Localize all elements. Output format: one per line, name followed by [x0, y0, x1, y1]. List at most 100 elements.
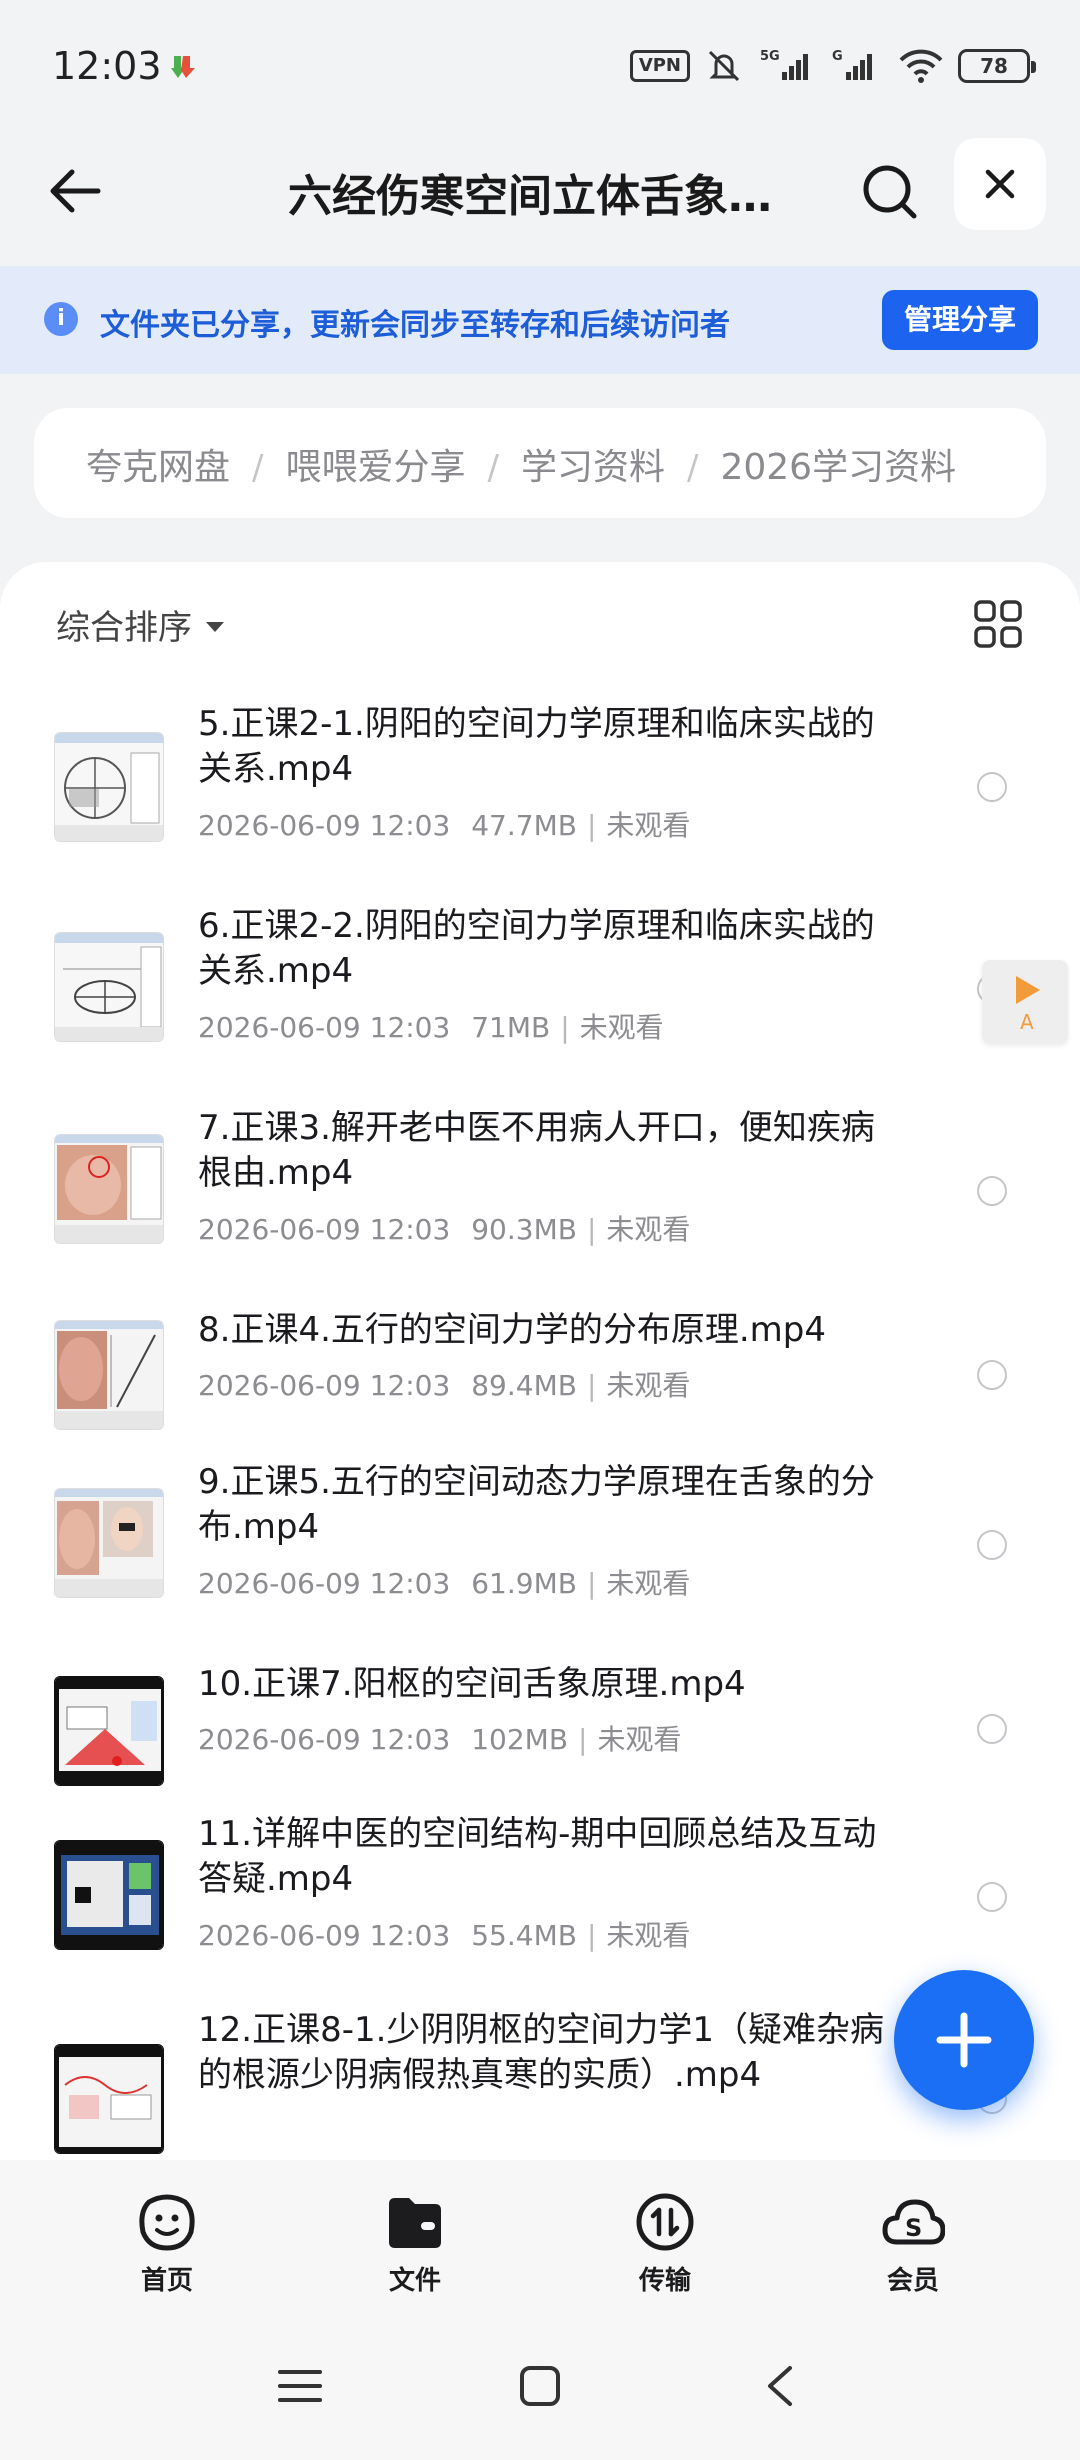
- wifi-icon: [899, 49, 943, 83]
- chevron-left-icon: [768, 2366, 792, 2406]
- file-meta: 2026-06-09 12:03 61.9MB | 未观看: [198, 1562, 690, 1602]
- breadcrumb-separator: /: [252, 448, 264, 488]
- select-checkbox[interactable]: [977, 1714, 1007, 1744]
- file-row[interactable]: 9.正课5.五行的空间动态力学原理在舌象的分布.mp4 2026-06-09 1…: [0, 1450, 1080, 1630]
- share-banner-text: 文件夹已分享，更新会同步至转存和后续访问者: [100, 308, 730, 343]
- system-navigation-bar: [0, 2310, 1080, 2460]
- file-meta: 2026-06-09 12:03 71MB | 未观看: [198, 1006, 664, 1046]
- add-button[interactable]: [894, 1970, 1034, 2110]
- watch-status: 未观看: [597, 1723, 682, 1756]
- meta-separator: |: [586, 1567, 597, 1600]
- file-name: 12.正课8-1.少阴阴枢的空间力学1（疑难杂病的根源少阴病假热真寒的实质）.m…: [198, 2010, 885, 2095]
- recent-apps-button[interactable]: [270, 2356, 330, 2416]
- file-size: 55.4MB: [471, 1919, 577, 1952]
- file-meta: 2026-06-09 12:03 47.7MB | 未观看: [198, 804, 690, 844]
- arrow-left-icon: [50, 169, 101, 213]
- watch-status: 未观看: [606, 1213, 691, 1246]
- nav-label-home: 首页: [140, 2266, 193, 2296]
- nav-item-files[interactable]: 文件: [340, 2190, 490, 2300]
- status-icons: VPN 5G G 78: [629, 46, 1036, 86]
- grid-view-icon[interactable]: [972, 598, 1024, 650]
- floating-player-label: A: [1020, 1010, 1034, 1034]
- breadcrumb-separator: /: [487, 448, 499, 488]
- select-checkbox[interactable]: [977, 1360, 1007, 1390]
- breadcrumb-path: 夸克网盘 / 喂喂爱分享 / 学习资料 / 2026学习资料: [86, 438, 956, 490]
- file-date: 2026-06-09 12:03: [198, 1213, 451, 1246]
- header: 六经伤寒空间立体舌象…: [0, 130, 1080, 266]
- file-name: 11.详解中医的空间结构-期中回顾总结及互动答疑.mp4: [198, 1814, 877, 1899]
- file-row[interactable]: 7.正课3.解开老中医不用病人开口，便知疾病根由.mp4 2026-06-09 …: [0, 1096, 1080, 1276]
- floating-player-button[interactable]: A: [982, 960, 1068, 1044]
- select-checkbox[interactable]: [977, 1882, 1007, 1912]
- membership-cloud-icon: S: [882, 2199, 945, 2245]
- file-name: 10.正课7.阳枢的空间舌象原理.mp4: [198, 1664, 746, 1704]
- battery-icon: 78: [958, 49, 1036, 83]
- nav-label-membership: 会员: [886, 2266, 939, 2296]
- meta-separator: |: [560, 1011, 570, 1044]
- close-button[interactable]: [954, 138, 1046, 230]
- system-back-button[interactable]: [750, 2356, 810, 2416]
- info-icon: i: [44, 302, 78, 336]
- breadcrumb-item-share[interactable]: 喂喂爱分享: [285, 447, 465, 488]
- file-size: 71MB: [471, 1011, 551, 1044]
- smile-face-icon: [139, 2194, 195, 2251]
- file-row[interactable]: 5.正课2-1.阴阳的空间力学原理和临床实战的关系.mp4 2026-06-09…: [0, 692, 1080, 872]
- svg-text:S: S: [905, 2214, 922, 2242]
- select-checkbox[interactable]: [977, 1530, 1007, 1560]
- caret-down-icon: [206, 621, 224, 632]
- search-button[interactable]: [852, 154, 928, 230]
- file-name: 9.正课5.五行的空间动态力学原理在舌象的分布.mp4: [198, 1462, 875, 1547]
- svg-text:5G: 5G: [760, 49, 780, 64]
- file-date: 2026-06-09 12:03: [198, 1011, 451, 1044]
- manage-share-button[interactable]: 管理分享: [882, 290, 1038, 350]
- file-list-card: 综合排序 5.正课2-1.阴阳的空间力学原理和临床实战的关系.mp4 2026-…: [0, 562, 1080, 2160]
- bottom-navigation: 首页 文件 传输 S 会员: [0, 2160, 1080, 2310]
- watch-status: 未观看: [606, 809, 691, 842]
- signal-5g-icon: 5G: [760, 49, 808, 80]
- file-meta: 2026-06-09 12:03 89.4MB | 未观看: [198, 1364, 690, 1404]
- nav-item-transfer[interactable]: 传输: [590, 2190, 740, 2300]
- share-banner: i 文件夹已分享，更新会同步至转存和后续访问者 管理分享: [0, 266, 1080, 374]
- video-thumbnail: [54, 2044, 164, 2154]
- page-title: 六经伤寒空间立体舌象…: [288, 171, 772, 222]
- close-icon: [985, 169, 1015, 199]
- file-meta: 2026-06-09 12:03 55.4MB | 未观看: [198, 1914, 690, 1954]
- select-checkbox[interactable]: [977, 772, 1007, 802]
- file-size: 90.3MB: [471, 1213, 577, 1246]
- vpn-badge: VPN: [629, 50, 690, 82]
- transfer-icon: [636, 2193, 694, 2251]
- back-button[interactable]: [40, 156, 110, 226]
- nav-label-files: 文件: [388, 2266, 441, 2296]
- video-thumbnail: [54, 1676, 164, 1786]
- mute-bell-icon: [708, 50, 740, 82]
- file-date: 2026-06-09 12:03: [198, 1723, 451, 1756]
- video-thumbnail: [54, 732, 164, 842]
- square-home-icon: [520, 2366, 560, 2406]
- file-name: 8.正课4.五行的空间力学的分布原理.mp4: [198, 1310, 827, 1350]
- watch-status: 未观看: [606, 1369, 691, 1402]
- breadcrumb-item-root[interactable]: 夸克网盘: [86, 447, 230, 488]
- play-icon: [1016, 976, 1040, 1004]
- file-row[interactable]: 11.详解中医的空间结构-期中回顾总结及互动答疑.mp4 2026-06-09 …: [0, 1802, 1080, 1982]
- file-date: 2026-06-09 12:03: [198, 1567, 451, 1600]
- home-button[interactable]: [510, 2356, 570, 2416]
- app-notification-icon: [171, 56, 195, 78]
- meta-separator: |: [578, 1723, 588, 1756]
- app-root: 12:03 VPN 5G G 78 六经伤寒空间立体舌象… i 文件夹已分享，更…: [0, 0, 1080, 2460]
- video-thumbnail: [54, 932, 164, 1042]
- signal-g-icon: G: [832, 49, 872, 80]
- meta-separator: |: [586, 1369, 597, 1402]
- breadcrumb-item-2026[interactable]: 2026学习资料: [720, 447, 956, 488]
- status-bar: 12:03 VPN 5G G 78: [0, 0, 1080, 130]
- sort-dropdown[interactable]: 综合排序: [56, 600, 224, 649]
- nav-item-membership[interactable]: S 会员: [838, 2190, 988, 2300]
- file-size: 102MB: [471, 1723, 569, 1756]
- file-row[interactable]: 6.正课2-2.阴阳的空间力学原理和临床实战的关系.mp4 2026-06-09…: [0, 894, 1080, 1074]
- file-name: 7.正课3.解开老中医不用病人开口，便知疾病根由.mp4: [198, 1108, 875, 1193]
- video-thumbnail: [54, 1134, 164, 1244]
- nav-item-home[interactable]: 首页: [92, 2190, 242, 2300]
- select-checkbox[interactable]: [977, 1176, 1007, 1206]
- watch-status: 未观看: [606, 1567, 691, 1600]
- breadcrumb-item-study[interactable]: 学习资料: [521, 447, 665, 488]
- file-name: 6.正课2-2.阴阳的空间力学原理和临床实战的关系.mp4: [198, 906, 875, 991]
